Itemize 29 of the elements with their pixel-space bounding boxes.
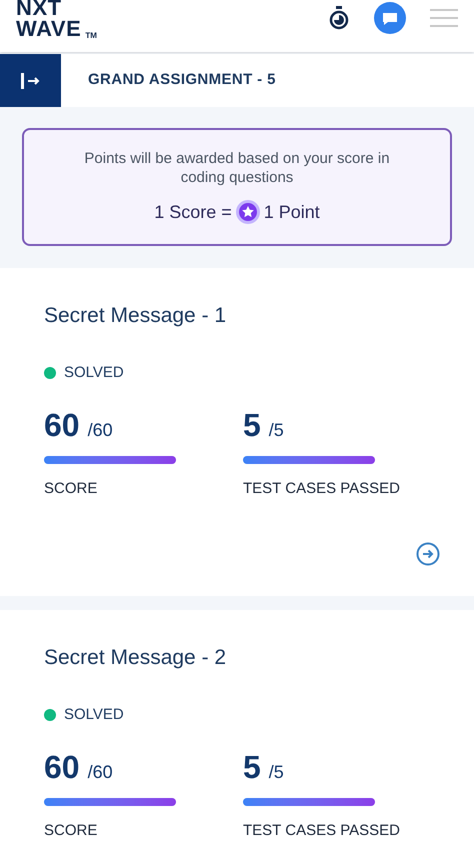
metric-label: TEST CASES PASSED — [243, 820, 397, 840]
metric-total: /60 — [88, 418, 113, 442]
metric-label: TEST CASES PASSED — [243, 478, 397, 498]
star-coin-icon — [236, 200, 260, 224]
info-text: Points will be awarded based on your score in coding questions — [83, 148, 391, 186]
metric-value: 5 — [243, 406, 261, 442]
metric-value: 60 — [44, 406, 80, 442]
metric-label: SCORE — [44, 478, 98, 498]
logo-text: NXT — [16, 0, 63, 18]
arrow-circle-icon[interactable] — [416, 542, 440, 566]
chat-icon[interactable] — [374, 2, 406, 34]
trademark-text: TM — [85, 32, 97, 40]
metric-total: /60 — [88, 760, 113, 784]
exit-button[interactable] — [0, 54, 61, 107]
score-text: 1 Score = — [154, 200, 232, 224]
metric-value: 60 — [44, 748, 80, 784]
stopwatch-icon[interactable] — [328, 6, 350, 30]
assignment-title: GRAND ASSIGNMENT - 5 — [88, 70, 276, 90]
metric-label: SCORE — [44, 820, 98, 840]
status-text: SOLVED — [64, 363, 124, 383]
metric-total: /5 — [268, 418, 284, 442]
metric-value: 5 — [243, 748, 261, 784]
metric-total: /5 — [268, 760, 284, 784]
question-title: Secret Message - 2 — [44, 645, 228, 671]
question-title: Secret Message - 1 — [44, 303, 228, 329]
status-text: SOLVED — [64, 705, 124, 725]
logo-text: WAVE — [16, 18, 82, 40]
exit-icon — [20, 72, 42, 90]
point-text: 1 Point — [264, 200, 320, 224]
